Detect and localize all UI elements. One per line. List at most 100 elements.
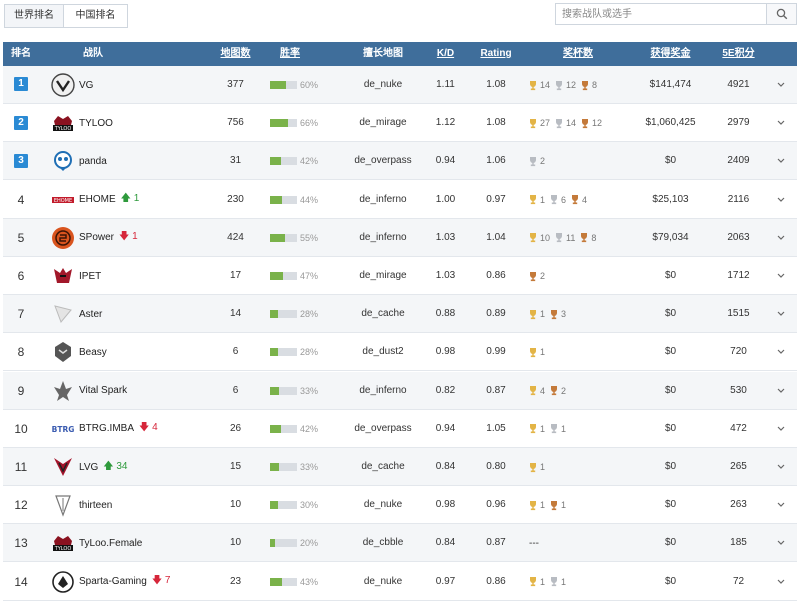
rank-number: 10: [14, 421, 28, 436]
team-cell[interactable]: Sparta-Gaming 🡇 7: [51, 563, 170, 601]
team-name[interactable]: Sparta-Gaming: [79, 576, 147, 587]
team-name[interactable]: TyLoo.Female: [79, 538, 142, 549]
expand-row-button[interactable]: [777, 563, 785, 601]
points-value: 720: [730, 346, 747, 358]
trophy-silver: 11: [555, 232, 575, 243]
table-row[interactable]: 4 EHOME EHOME 🡅 1 230 44% de_inferno 1.00 0.97 1 6…: [3, 181, 797, 219]
table-row[interactable]: 14 Sparta-Gaming 🡇 7 23 43% de_nuke 0.97 0.86 1 1…: [3, 563, 797, 601]
expand-row-button[interactable]: [777, 524, 785, 562]
rank-cell: 3: [3, 142, 39, 180]
expand-row-button[interactable]: [777, 104, 785, 142]
chevron-down-icon: [777, 82, 785, 87]
expand-row-button[interactable]: [777, 295, 785, 333]
expand-row-button[interactable]: [777, 372, 785, 410]
team-cell[interactable]: panda: [51, 142, 107, 180]
table-row[interactable]: 5 SPower 🡇 1 424 55% de_inferno 1.03 1.04 10 11 8 $…: [3, 218, 797, 257]
maps-count: 10: [229, 537, 242, 549]
expand-row-button[interactable]: [777, 142, 785, 180]
expand-row-button[interactable]: [777, 219, 785, 257]
table-row[interactable]: 12 thirteen 10 30% de_nuke 0.98 0.96 1 1 $0 263: [3, 486, 797, 525]
prize-value: $0: [664, 499, 677, 511]
trophy-icon: [529, 576, 540, 587]
table-row[interactable]: 11 LVG 🡅 34 15 33% de_cache 0.84 0.80 1 $0 265: [3, 448, 797, 486]
col-winrate[interactable]: 胜率: [265, 42, 315, 66]
trophy-icon: [550, 309, 561, 320]
tab-china-ranking[interactable]: 中国排名: [64, 4, 128, 28]
expand-row-button[interactable]: [777, 66, 785, 104]
team-cell[interactable]: thirteen: [51, 486, 112, 524]
team-name[interactable]: TYLOO: [79, 118, 113, 129]
team-name[interactable]: Vital Spark: [79, 385, 127, 396]
prize-value: $0: [664, 270, 677, 281]
rating-value: 0.80: [486, 461, 506, 472]
winrate-cell: 66%: [265, 104, 323, 142]
table-row[interactable]: 10 BTRG BTRG.IMBA 🡇 4 26 42% de_overpass 0.94 1.…: [3, 410, 797, 448]
team-cell[interactable]: Vital Spark: [51, 372, 127, 410]
table-row[interactable]: 8 Beasy 6 28% de_dust2 0.98 0.99 1 $0 720: [3, 333, 797, 372]
best-map: de_nuke: [363, 575, 403, 587]
expand-row-button[interactable]: [777, 410, 785, 448]
team-cell[interactable]: SPower 🡇 1: [51, 219, 138, 257]
table-row[interactable]: 1 VG 377 60% de_nuke 1.11 1.08 14 12 8 $141,474 492…: [3, 66, 797, 104]
best-map: de_nuke: [363, 79, 403, 90]
team-name[interactable]: VG: [79, 80, 93, 91]
trophies-cell: 11: [529, 563, 571, 601]
winrate-bar: [269, 463, 297, 471]
rank-number: 8: [17, 345, 25, 360]
table-row[interactable]: 2 TYLOO TYLOO 756 66% de_mirage 1.12 1.08 27 14 12…: [3, 104, 797, 143]
team-cell[interactable]: VG: [51, 66, 93, 104]
expand-row-button[interactable]: [777, 448, 785, 486]
team-cell[interactable]: Aster: [51, 295, 102, 333]
trophy-count: 14: [540, 80, 551, 90]
trophy-count: 1: [540, 194, 546, 205]
col-rating[interactable]: Rating: [471, 42, 521, 66]
rank-badge: 3: [14, 153, 28, 168]
search-input[interactable]: [555, 3, 767, 25]
team-name[interactable]: EHOME: [79, 194, 116, 205]
winrate-percent: 30%: [299, 500, 318, 511]
team-logo: [51, 379, 75, 403]
team-name[interactable]: panda: [79, 156, 107, 167]
col-trophies[interactable]: 奖杯数: [528, 42, 628, 66]
expand-row-button[interactable]: [777, 486, 785, 524]
team-cell[interactable]: EHOME EHOME 🡅 1: [51, 181, 139, 219]
points-value: 185: [730, 537, 747, 549]
col-prize[interactable]: 获得奖金: [633, 42, 708, 66]
team-name[interactable]: IPET: [79, 271, 101, 282]
trophy-count: 8: [591, 232, 597, 243]
col-points[interactable]: 5E积分: [711, 42, 766, 66]
team-cell[interactable]: TYLOO TYLOO: [51, 104, 113, 142]
team-name[interactable]: LVG: [79, 462, 98, 473]
tab-world-ranking[interactable]: 世界排名: [4, 4, 64, 28]
team-name[interactable]: Beasy: [79, 347, 107, 358]
team-name[interactable]: SPower: [79, 232, 114, 243]
trophies-cell: 42: [529, 372, 571, 410]
table-row[interactable]: 3 panda 31 42% de_overpass 0.94 1.06 2 $0 2409: [3, 142, 797, 181]
expand-row-button[interactable]: [777, 181, 785, 219]
col-maps[interactable]: 地图数: [208, 42, 263, 66]
chevron-down-icon: [777, 197, 785, 202]
team-name[interactable]: thirteen: [79, 500, 112, 511]
rank-cell: 14: [3, 563, 39, 601]
team-cell[interactable]: IPET: [51, 257, 101, 295]
rank-cell: 2: [3, 104, 39, 142]
expand-row-button[interactable]: [777, 257, 785, 295]
expand-row-button[interactable]: [777, 333, 785, 371]
team-name[interactable]: Aster: [79, 309, 102, 320]
rating-value: 0.97: [486, 193, 506, 205]
team-name[interactable]: BTRG.IMBA: [79, 423, 134, 434]
team-cell[interactable]: BTRG BTRG.IMBA 🡇 4: [51, 410, 158, 448]
col-kd[interactable]: K/D: [423, 42, 468, 66]
team-cell[interactable]: LVG 🡅 34: [51, 448, 127, 486]
table-row[interactable]: 9 Vital Spark 6 33% de_inferno 0.82 0.87 4 2 $0 53…: [3, 371, 797, 410]
trophies-cell: 11: [529, 486, 571, 524]
trophies-cell: 1: [529, 333, 550, 371]
arrow-down-icon: 🡇: [139, 422, 150, 434]
best-map: de_nuke: [363, 499, 403, 511]
team-cell[interactable]: TYLOO TyLoo.Female: [51, 524, 142, 562]
team-cell[interactable]: Beasy: [51, 333, 107, 371]
table-row[interactable]: 6 IPET 17 47% de_mirage 1.03 0.86 2 $0 1712: [3, 257, 797, 295]
table-row[interactable]: 7 Aster 14 28% de_cache 0.88 0.89 1 3 $0 1515: [3, 295, 797, 334]
table-row[interactable]: 13 TYLOO TyLoo.Female 10 20% de_cbble 0.84 0.87…: [3, 524, 797, 563]
search-button[interactable]: [767, 3, 797, 25]
